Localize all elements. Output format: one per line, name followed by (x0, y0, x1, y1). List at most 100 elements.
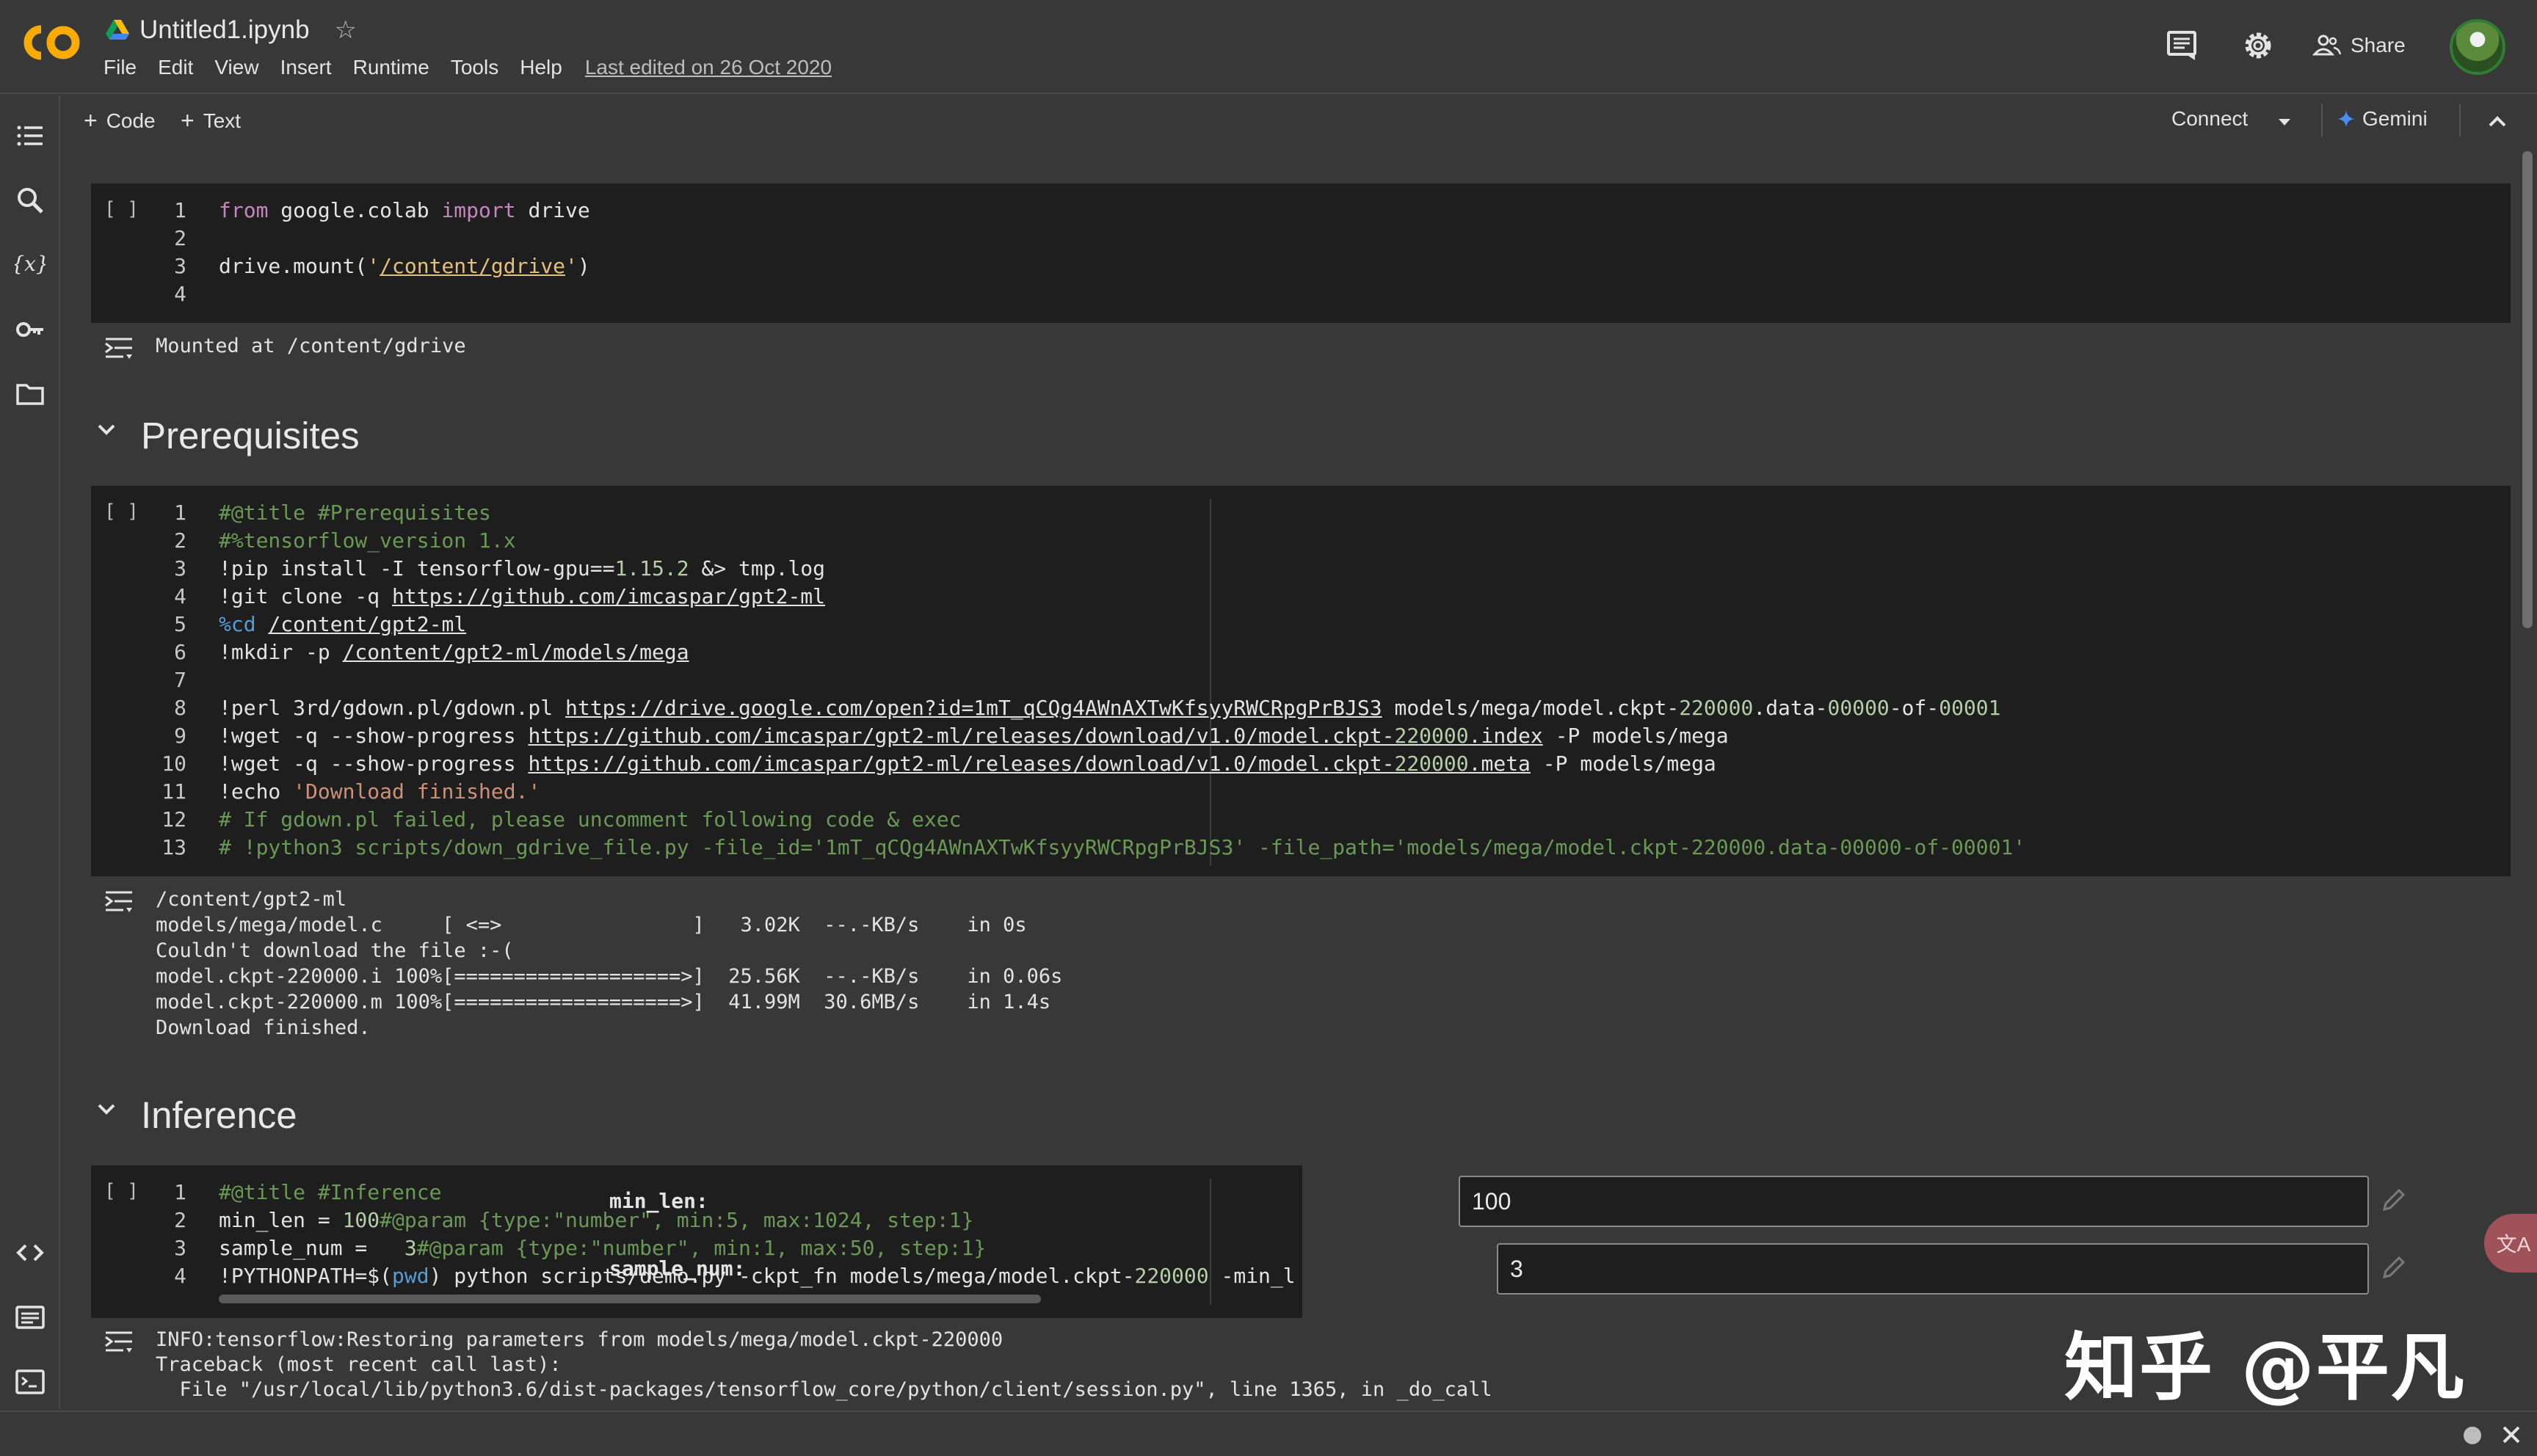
edit-pencil-icon[interactable] (2378, 1186, 2408, 1215)
star-icon[interactable]: ☆ (335, 15, 357, 45)
min-len-input[interactable]: 100 (1459, 1176, 2369, 1227)
gemini-button[interactable]: Gemini (2337, 107, 2428, 131)
terminal-icon[interactable] (15, 1366, 46, 1397)
output-line: model.ckpt-220000.i 100%[===============… (156, 965, 1063, 988)
code-comment[interactable]: # !python3 scripts/down_gdrive_file.py -… (219, 835, 2025, 859)
code-line[interactable]: %cd /content/gpt2-ml (219, 612, 466, 636)
chevron-up-icon[interactable] (2483, 107, 2512, 136)
line-number: 5 (174, 612, 186, 636)
code-comment[interactable]: #%tensorflow_version 1.x (219, 528, 516, 553)
menu-tools[interactable]: Tools (451, 56, 498, 79)
code-line[interactable]: !wget -q --show-progress https://github.… (219, 724, 1729, 748)
line-number: 13 (161, 835, 186, 859)
line-number: 2 (174, 1208, 186, 1232)
status-bar (0, 1410, 2537, 1456)
code-comment[interactable]: # If gdown.pl failed, please uncomment f… (219, 807, 961, 831)
chevron-down-icon[interactable] (2270, 109, 2299, 135)
secrets-key-icon[interactable] (15, 314, 46, 345)
comments-icon[interactable] (2164, 28, 2199, 63)
number-token: 220000 (1394, 751, 1469, 776)
code-line[interactable]: !PYTHONPATH=$(pwd) python scripts/demo.p… (219, 1264, 1296, 1288)
number-token: 100 (342, 1208, 380, 1232)
code-line[interactable]: !echo 'Download finished.' (219, 779, 540, 804)
code-line[interactable]: sample_num = 3#@param {type:"number", mi… (219, 1236, 986, 1260)
code-comment[interactable]: #@title #Prerequisites (219, 500, 491, 525)
form-label-sample-num: sample_num: (609, 1256, 746, 1281)
share-button[interactable]: Share (2312, 28, 2406, 63)
code-token: models/mega/model.ckpt- (1382, 696, 1680, 720)
add-code-button[interactable]: + Code (84, 107, 156, 134)
run-cell-button[interactable]: [ ] (104, 1180, 139, 1202)
user-avatar[interactable] (2450, 19, 2505, 75)
edit-pencil-icon[interactable] (2378, 1253, 2408, 1283)
chevron-down-icon[interactable] (94, 418, 119, 440)
output-line: /content/gpt2-ml (156, 888, 347, 911)
line-number: 11 (161, 779, 186, 804)
url-part: .meta (1468, 751, 1531, 776)
path-link[interactable]: /content/gpt2-ml/models/mega (343, 640, 689, 664)
toc-icon[interactable] (15, 120, 46, 151)
output-toggle-icon[interactable] (103, 887, 135, 916)
code-snippets-icon[interactable] (15, 1237, 46, 1268)
last-edited-link[interactable]: Last edited on 26 Oct 2020 (585, 56, 832, 79)
url-link[interactable]: https://github.com/imcaspar/gpt2-ml (392, 584, 825, 608)
number-token: 00001 (1939, 696, 2001, 720)
url-part: https://github.com/imcaspar/gpt2-ml/rele… (528, 751, 1395, 776)
line-number: 10 (161, 751, 186, 776)
code-line[interactable]: drive.mount('/content/gdrive') (219, 254, 590, 278)
url-link[interactable]: https://github.com/imcaspar/gpt2-ml/rele… (528, 751, 1530, 776)
code-comment[interactable]: #@title #Inference (219, 1180, 441, 1204)
code-line[interactable]: !wget -q --show-progress https://github.… (219, 751, 1716, 776)
horizontal-scrollbar[interactable] (219, 1295, 1041, 1303)
settings-gear-icon[interactable] (2240, 28, 2276, 63)
add-text-button[interactable]: + Text (181, 107, 241, 134)
number-token: 220000 (1134, 1264, 1209, 1288)
code-line[interactable]: !mkdir -p /content/gpt2-ml/models/mega (219, 640, 689, 664)
output-toggle-icon[interactable] (103, 333, 135, 363)
share-people-icon (2312, 34, 2342, 56)
menu-edit[interactable]: Edit (158, 56, 193, 79)
menu-insert[interactable]: Insert (280, 56, 332, 79)
menu-runtime[interactable]: Runtime (353, 56, 429, 79)
path-link[interactable]: /content/gpt2-ml (268, 612, 466, 636)
code-line[interactable]: min_len = 100#@param {type:"number", min… (219, 1208, 973, 1232)
chevron-down-icon[interactable] (94, 1098, 119, 1120)
code-line[interactable]: !git clone -q https://github.com/imcaspa… (219, 584, 825, 608)
colab-logo[interactable] (19, 22, 82, 63)
close-icon[interactable] (2499, 1422, 2524, 1447)
code-line[interactable]: !pip install -I tensorflow-gpu==1.15.2 &… (219, 556, 825, 580)
status-indicator-icon[interactable] (2464, 1427, 2481, 1444)
output-line: models/mega/model.c [ <=> ] 3.02K --.-KB… (156, 914, 1027, 936)
connect-button[interactable]: Connect (2171, 107, 2248, 131)
scrollbar-thumb[interactable] (2522, 151, 2533, 628)
google-drive-icon[interactable] (106, 19, 129, 41)
path-link[interactable]: /content/gdrive (380, 254, 565, 278)
code-token: !wget -q --show-progress (219, 751, 529, 776)
variables-icon[interactable]: {x} (15, 250, 46, 280)
notebook-content: [ ] 1 2 3 4 from google.colab import dri… (62, 147, 2511, 1409)
line-number: 3 (174, 254, 186, 278)
add-code-label: Code (106, 109, 156, 132)
code-line[interactable]: from google.colab import drive (219, 198, 590, 222)
code-line[interactable]: !perl 3rd/gdown.pl/gdown.pl https://driv… (219, 696, 2001, 720)
sample-num-input[interactable]: 3 (1497, 1243, 2369, 1295)
add-text-label: Text (203, 109, 242, 132)
run-cell-button[interactable]: [ ] (104, 198, 139, 220)
app-header: Untitled1.ipynb ☆ File Edit View Insert … (0, 0, 2537, 94)
menu-help[interactable]: Help (520, 56, 562, 79)
search-icon[interactable] (15, 185, 46, 216)
output-toggle-icon[interactable] (103, 1327, 135, 1356)
code-cell-mount-drive[interactable]: [ ] 1 2 3 4 from google.colab import dri… (91, 183, 2511, 323)
command-palette-icon[interactable] (15, 1302, 46, 1333)
menu-view[interactable]: View (214, 56, 258, 79)
run-cell-button[interactable]: [ ] (104, 500, 139, 523)
notebook-title[interactable]: Untitled1.ipynb (139, 15, 310, 45)
translate-icon[interactable]: 文A (2484, 1214, 2537, 1273)
line-number: 7 (174, 668, 186, 692)
url-link[interactable]: https://drive.google.com/open?id=1mT_qCQ… (565, 696, 1382, 720)
menu-file[interactable]: File (104, 56, 137, 79)
url-link[interactable]: https://github.com/imcaspar/gpt2-ml/rele… (528, 724, 1542, 748)
code-cell-prerequisites[interactable]: [ ] 1 2 3 4 5 6 7 8 9 10 11 12 13 #@titl… (91, 486, 2511, 876)
files-folder-icon[interactable] (15, 379, 46, 410)
